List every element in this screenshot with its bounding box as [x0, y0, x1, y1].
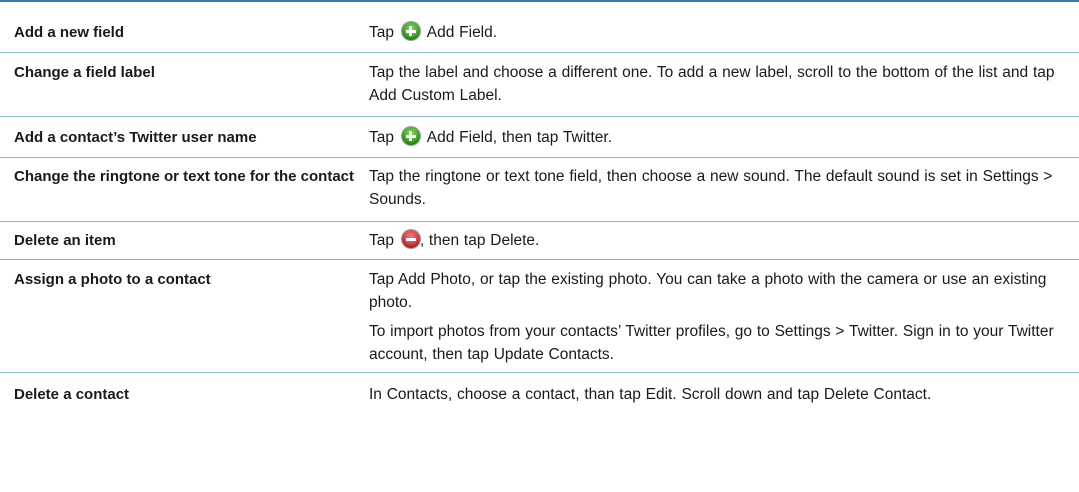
delete-icon: [401, 230, 420, 248]
row-description: Tap the label and choose a different one…: [369, 64, 1055, 104]
row-description: Tap , then tap Delete.: [369, 229, 1069, 259]
contacts-edit-table: Add a new field Tap Add Field. Change a …: [0, 13, 1079, 445]
description-paragraph: To import photos from your contacts’ Twi…: [369, 323, 1054, 363]
row-action: Change the ringtone or text tone for the…: [14, 168, 355, 185]
desc-text-after-icon: Add Field.: [426, 24, 498, 41]
table-row: Add a contact’s Twitter user name Tap Ad…: [0, 117, 1079, 158]
row-action: Add a new field: [14, 24, 125, 41]
table-row: Assign a photo to a contact Tap Add Phot…: [0, 260, 1079, 373]
row-description: In Contacts, choose a contact, than tap …: [369, 386, 932, 403]
desc-text-after-icon: , then tap Delete.: [419, 232, 540, 249]
desc-text-after-icon: Add Field, then tap Twitter.: [426, 129, 613, 146]
row-description: Tap Add Photo, or tap the existing photo…: [369, 268, 1069, 372]
desc-text-before-icon: Tap: [369, 232, 394, 249]
row-action: Assign a photo to a contact: [14, 271, 211, 288]
table-row: Add a new field Tap Add Field.: [0, 13, 1079, 53]
description-paragraph: Tap Add Photo, or tap the existing photo…: [369, 271, 1047, 311]
table-top-rule: [0, 0, 1079, 2]
add-icon: [401, 22, 420, 40]
row-action: Add a contact’s Twitter user name: [14, 129, 257, 146]
row-description: Tap Add Field, then tap Twitter.: [369, 126, 1069, 157]
row-action: Delete a contact: [14, 386, 130, 403]
desc-text-before-icon: Tap: [369, 24, 394, 41]
row-action: Delete an item: [14, 232, 116, 249]
table-row: Delete an item Tap , then tap Delete.: [0, 222, 1079, 260]
table-row: Change a field label Tap the label and c…: [0, 53, 1079, 117]
desc-text-before-icon: Tap: [369, 129, 394, 146]
add-icon: [401, 127, 420, 145]
row-description: Tap Add Field.: [369, 21, 1069, 52]
row-description: Tap the ringtone or text tone field, the…: [369, 168, 1053, 208]
row-action: Change a field label: [14, 64, 155, 81]
table-row: Delete a contact In Contacts, choose a c…: [0, 373, 1079, 445]
table-row: Change the ringtone or text tone for the…: [0, 158, 1079, 222]
